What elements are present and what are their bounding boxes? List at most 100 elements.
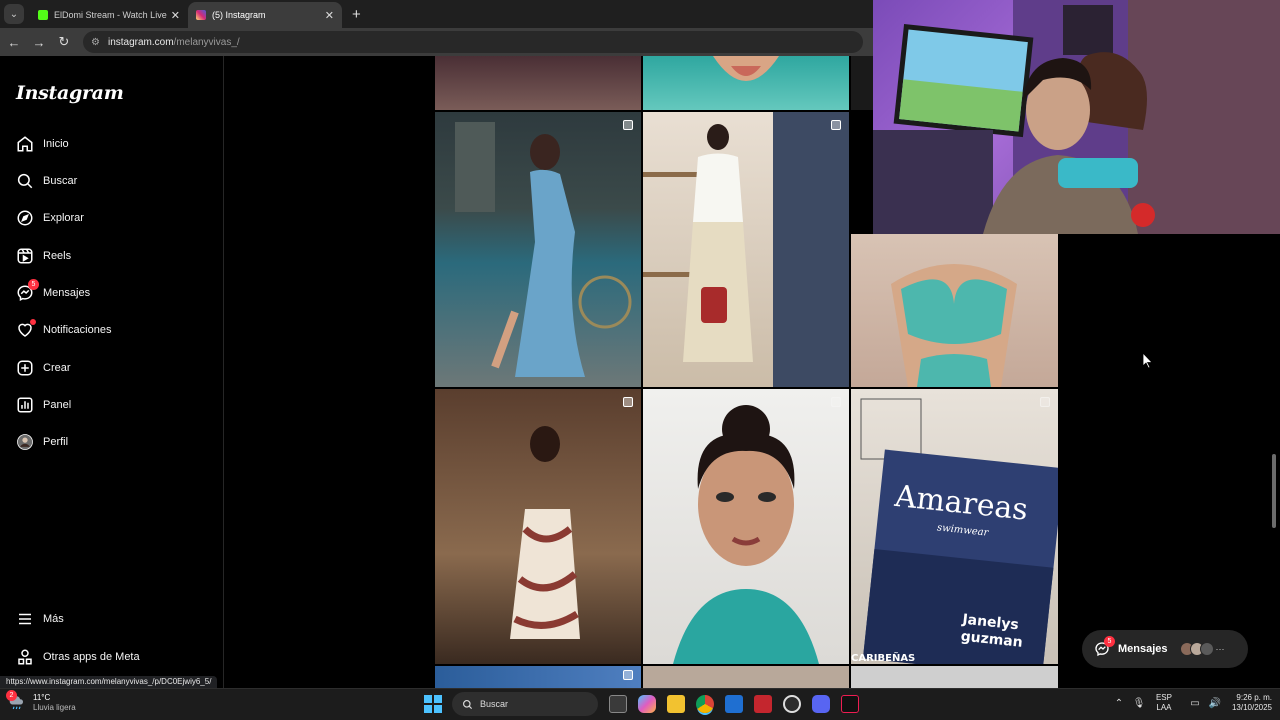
sidebar-item-label: Panel (43, 399, 72, 411)
sidebar-item-label: Crear (43, 362, 71, 374)
sidebar-item-mensajes[interactable]: 5 Mensajes (16, 279, 91, 305)
taskbar: 2 11°C Lluvia ligera Buscar ⌃ 🎙 ESP LAA … (0, 688, 1280, 720)
post-thumbnail[interactable]: Amareas swimwear Janelys guzman CARIBEÑAS (851, 389, 1058, 664)
clock[interactable]: 9:26 p. m. 13/10/2025 (1232, 693, 1272, 713)
chrome-icon[interactable] (696, 695, 714, 713)
system-tray: ⌃ 🎙 ESP LAA ▭ 🔊 9:26 p. m. 13/10/2025 (1106, 693, 1272, 713)
network-icon[interactable]: ▭ (1188, 698, 1202, 709)
conversation-avatars (1179, 642, 1214, 656)
more-icon: ··· (1215, 644, 1225, 654)
sidebar: Instagram Inicio Buscar Explorar Reels 5… (0, 56, 224, 688)
taskbar-search-placeholder: Buscar (480, 699, 509, 709)
post-thumbnail[interactable] (643, 56, 849, 110)
url-path: /melanyvivas_/ (173, 36, 240, 48)
task-view-icon[interactable] (609, 695, 627, 713)
sidebar-item-reels[interactable]: Reels (16, 244, 71, 268)
lang-top: ESP (1155, 693, 1172, 702)
tab-search-menu-icon[interactable]: ⌄ (4, 4, 24, 24)
weather-condition: Lluvia ligera (33, 703, 76, 712)
compass-icon (16, 209, 34, 227)
right-blank-area (1058, 234, 1280, 688)
instagram-logo[interactable]: Instagram (16, 82, 124, 104)
sidebar-item-crear[interactable]: Crear (16, 356, 71, 380)
sidebar-item-otras-apps[interactable]: Otras apps de Meta (16, 645, 140, 669)
notification-dot (30, 319, 36, 325)
weather-widget[interactable]: 2 11°C Lluvia ligera (6, 690, 76, 713)
time: 9:26 p. m. (1236, 693, 1272, 702)
search-icon (463, 699, 473, 709)
messenger-icon: 5 (1094, 636, 1115, 657)
volume-icon[interactable]: 🔊 (1208, 698, 1222, 709)
webcam-overlay (873, 0, 1280, 234)
sidebar-item-label: Reels (43, 250, 72, 262)
sidebar-item-panel[interactable]: Panel (16, 393, 71, 417)
post-thumbnail[interactable] (643, 112, 849, 387)
copilot-icon[interactable] (638, 695, 656, 713)
post-thumbnail[interactable] (435, 56, 641, 110)
back-icon[interactable]: ← (3, 35, 25, 50)
lang-bottom: LAA (1156, 703, 1172, 712)
post-thumbnail[interactable] (435, 666, 641, 688)
scrollbar-thumb[interactable] (1272, 454, 1276, 528)
forward-icon[interactable]: → (28, 35, 50, 50)
sidebar-item-mas[interactable]: Más (16, 607, 64, 631)
store-icon[interactable] (725, 695, 743, 713)
post-thumbnail[interactable] (851, 234, 1058, 387)
reels-icon (16, 247, 34, 265)
obs-icon[interactable] (783, 695, 801, 713)
close-tab-icon[interactable]: ✕ (171, 9, 180, 22)
sidebar-item-label: Otras apps de Meta (43, 651, 140, 663)
sidebar-item-perfil[interactable]: Perfil (16, 430, 68, 454)
reload-icon[interactable]: ↻ (53, 34, 75, 50)
svg-text:CARIBEÑAS: CARIBEÑAS (851, 651, 915, 664)
post-thumbnail[interactable] (643, 389, 849, 664)
close-tab-icon[interactable]: ✕ (325, 9, 334, 22)
sidebar-item-label: Más (43, 613, 64, 625)
post-thumbnail[interactable] (435, 112, 641, 387)
sidebar-item-buscar[interactable]: Buscar (16, 169, 77, 193)
taskbar-center: Buscar (424, 692, 859, 716)
tab-instagram[interactable]: (5) Instagram ✕ (188, 2, 342, 28)
post-thumbnail[interactable] (643, 666, 849, 688)
file-explorer-icon[interactable] (667, 695, 685, 713)
sidebar-item-inicio[interactable]: Inicio (16, 132, 69, 156)
carousel-icon (623, 397, 633, 407)
microphone-icon[interactable]: 🎙 (1132, 698, 1146, 709)
date: 13/10/2025 (1231, 703, 1272, 712)
taskbar-search[interactable]: Buscar (452, 692, 598, 716)
windows-start-icon[interactable] (424, 695, 442, 713)
rain-cloud-icon: 2 (6, 690, 26, 712)
tab-title: (5) Instagram (212, 10, 266, 20)
tab-eldomi-stream[interactable]: ElDomi Stream - Watch Live on ✕ (30, 2, 188, 28)
page-scrollbar[interactable] (1270, 234, 1278, 688)
post-thumbnail[interactable] (435, 389, 641, 664)
chart-icon (16, 396, 34, 414)
carousel-icon (831, 397, 841, 407)
sidebar-item-label: Buscar (43, 175, 78, 187)
url-field[interactable]: ⚙ instagram.com/melanyvivas_/ (83, 31, 863, 53)
discord-icon[interactable] (812, 695, 830, 713)
instagram-favicon-icon (196, 10, 206, 20)
messages-floating-button[interactable]: 5 Mensajes ··· (1082, 630, 1248, 668)
tiktok-icon[interactable] (841, 695, 859, 713)
carousel-icon (831, 120, 841, 130)
sidebar-item-label: Notificaciones (43, 324, 112, 336)
sidebar-item-label: Perfil (43, 436, 69, 448)
messages-label: Mensajes (1118, 643, 1168, 655)
sidebar-item-notificaciones[interactable]: Notificaciones (16, 318, 111, 342)
site-settings-icon[interactable]: ⚙ (91, 37, 100, 48)
new-tab-icon[interactable]: + (352, 6, 361, 23)
sidebar-item-label: Mensajes (43, 287, 91, 299)
carousel-icon (623, 120, 633, 130)
sidebar-item-label: Explorar (43, 212, 84, 224)
meta-apps-icon (16, 648, 34, 666)
post-thumbnail[interactable] (851, 666, 1058, 688)
sidebar-item-explorar[interactable]: Explorar (16, 206, 84, 230)
messages-badge: 5 (1104, 636, 1115, 647)
heart-icon (16, 319, 36, 339)
language-indicator[interactable]: ESP LAA (1156, 693, 1172, 713)
link-status-url: https://www.instagram.com/melanyvivas_/p… (0, 676, 218, 688)
home-icon (16, 135, 34, 153)
excel-like-icon[interactable] (754, 695, 772, 713)
chevron-up-icon[interactable]: ⌃ (1112, 698, 1126, 709)
